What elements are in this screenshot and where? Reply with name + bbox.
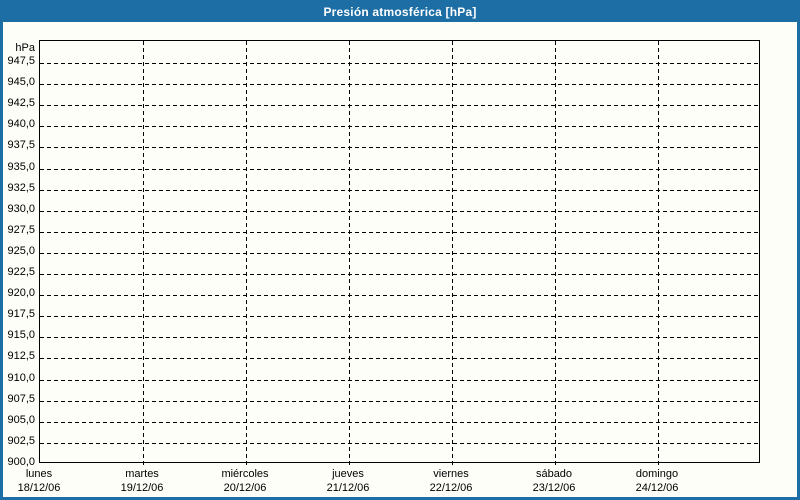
h-gridline <box>40 316 759 317</box>
x-tick-label: viernes 22/12/06 <box>399 468 503 495</box>
h-gridline <box>40 401 759 402</box>
y-tick-label: 927,5 <box>7 224 35 236</box>
v-gridline <box>143 41 144 468</box>
day-date: 24/12/06 <box>635 482 679 494</box>
day-name: lunes <box>25 468 53 480</box>
x-tick-label: domingo 24/12/06 <box>605 468 709 495</box>
v-gridline <box>246 41 247 468</box>
h-gridline <box>40 358 759 359</box>
y-tick-label: 900,0 <box>7 456 35 468</box>
y-tick-label: 902,5 <box>7 435 35 447</box>
y-tick-label: 932,5 <box>7 182 35 194</box>
y-tick-label: 930,0 <box>7 203 35 215</box>
h-gridline <box>40 380 759 381</box>
h-gridline <box>40 337 759 338</box>
y-tick-label: 910,0 <box>7 372 35 384</box>
pressure-chart-widget: Presión atmosférica [hPa] hPa 947,5 945,0… <box>0 0 800 500</box>
day-date: 20/12/06 <box>223 482 267 494</box>
v-gridline <box>452 41 453 468</box>
day-name: jueves <box>332 468 364 480</box>
v-gridline <box>658 41 659 468</box>
chart-title: Presión atmosférica [hPa] <box>323 5 477 19</box>
day-date: 21/12/06 <box>326 482 370 494</box>
y-tick-label: 925,0 <box>7 245 35 257</box>
h-gridline <box>40 190 759 191</box>
h-gridline <box>40 295 759 296</box>
day-name: domingo <box>635 468 679 480</box>
x-tick-label: miércoles 20/12/06 <box>193 468 297 495</box>
x-tick-label: jueves 21/12/06 <box>296 468 400 495</box>
day-name: sábado <box>535 468 573 480</box>
h-gridline <box>40 126 759 127</box>
y-axis-unit-label: hPa <box>15 42 35 54</box>
chart-title-bar: Presión atmosférica [hPa] <box>3 3 797 22</box>
y-tick-label: 912,5 <box>7 350 35 362</box>
y-tick-label: 935,0 <box>7 161 35 173</box>
h-gridline <box>40 211 759 212</box>
h-gridline <box>40 84 759 85</box>
day-name: martes <box>125 468 159 480</box>
y-tick-label: 942,5 <box>7 97 35 109</box>
y-tick-label: 922,5 <box>7 266 35 278</box>
h-gridline <box>40 232 759 233</box>
v-gridline <box>555 41 556 468</box>
y-tick-label: 917,5 <box>7 308 35 320</box>
y-tick-label: 945,0 <box>7 76 35 88</box>
chart-area: hPa 947,5 945,0 942,5 940,0 937,5 935,0 932,5 9… <box>3 22 797 497</box>
y-tick-label: 907,5 <box>7 393 35 405</box>
h-gridline <box>40 147 759 148</box>
h-gridline <box>40 443 759 444</box>
day-date: 18/12/06 <box>17 482 61 494</box>
day-name: viernes <box>433 468 469 480</box>
h-gridline <box>40 253 759 254</box>
h-gridline <box>40 63 759 64</box>
day-date: 19/12/06 <box>120 482 164 494</box>
y-tick-label: 920,0 <box>7 287 35 299</box>
x-tick-label: lunes 18/12/06 <box>3 468 91 495</box>
day-date: 23/12/06 <box>532 482 576 494</box>
y-tick-label: 940,0 <box>7 118 35 130</box>
h-gridline <box>40 169 759 170</box>
y-tick-label: 947,5 <box>7 55 35 67</box>
y-tick-label: 905,0 <box>7 414 35 426</box>
day-date: 22/12/06 <box>429 482 473 494</box>
h-gridline <box>40 274 759 275</box>
h-gridline <box>40 422 759 423</box>
y-tick-label: 937,5 <box>7 139 35 151</box>
v-gridline <box>349 41 350 468</box>
h-gridline <box>40 105 759 106</box>
x-tick-label: martes 19/12/06 <box>90 468 194 495</box>
y-tick-label: 915,0 <box>7 329 35 341</box>
plot-area <box>39 40 760 468</box>
day-name: miércoles <box>221 468 269 480</box>
x-tick-label: sábado 23/12/06 <box>502 468 606 495</box>
